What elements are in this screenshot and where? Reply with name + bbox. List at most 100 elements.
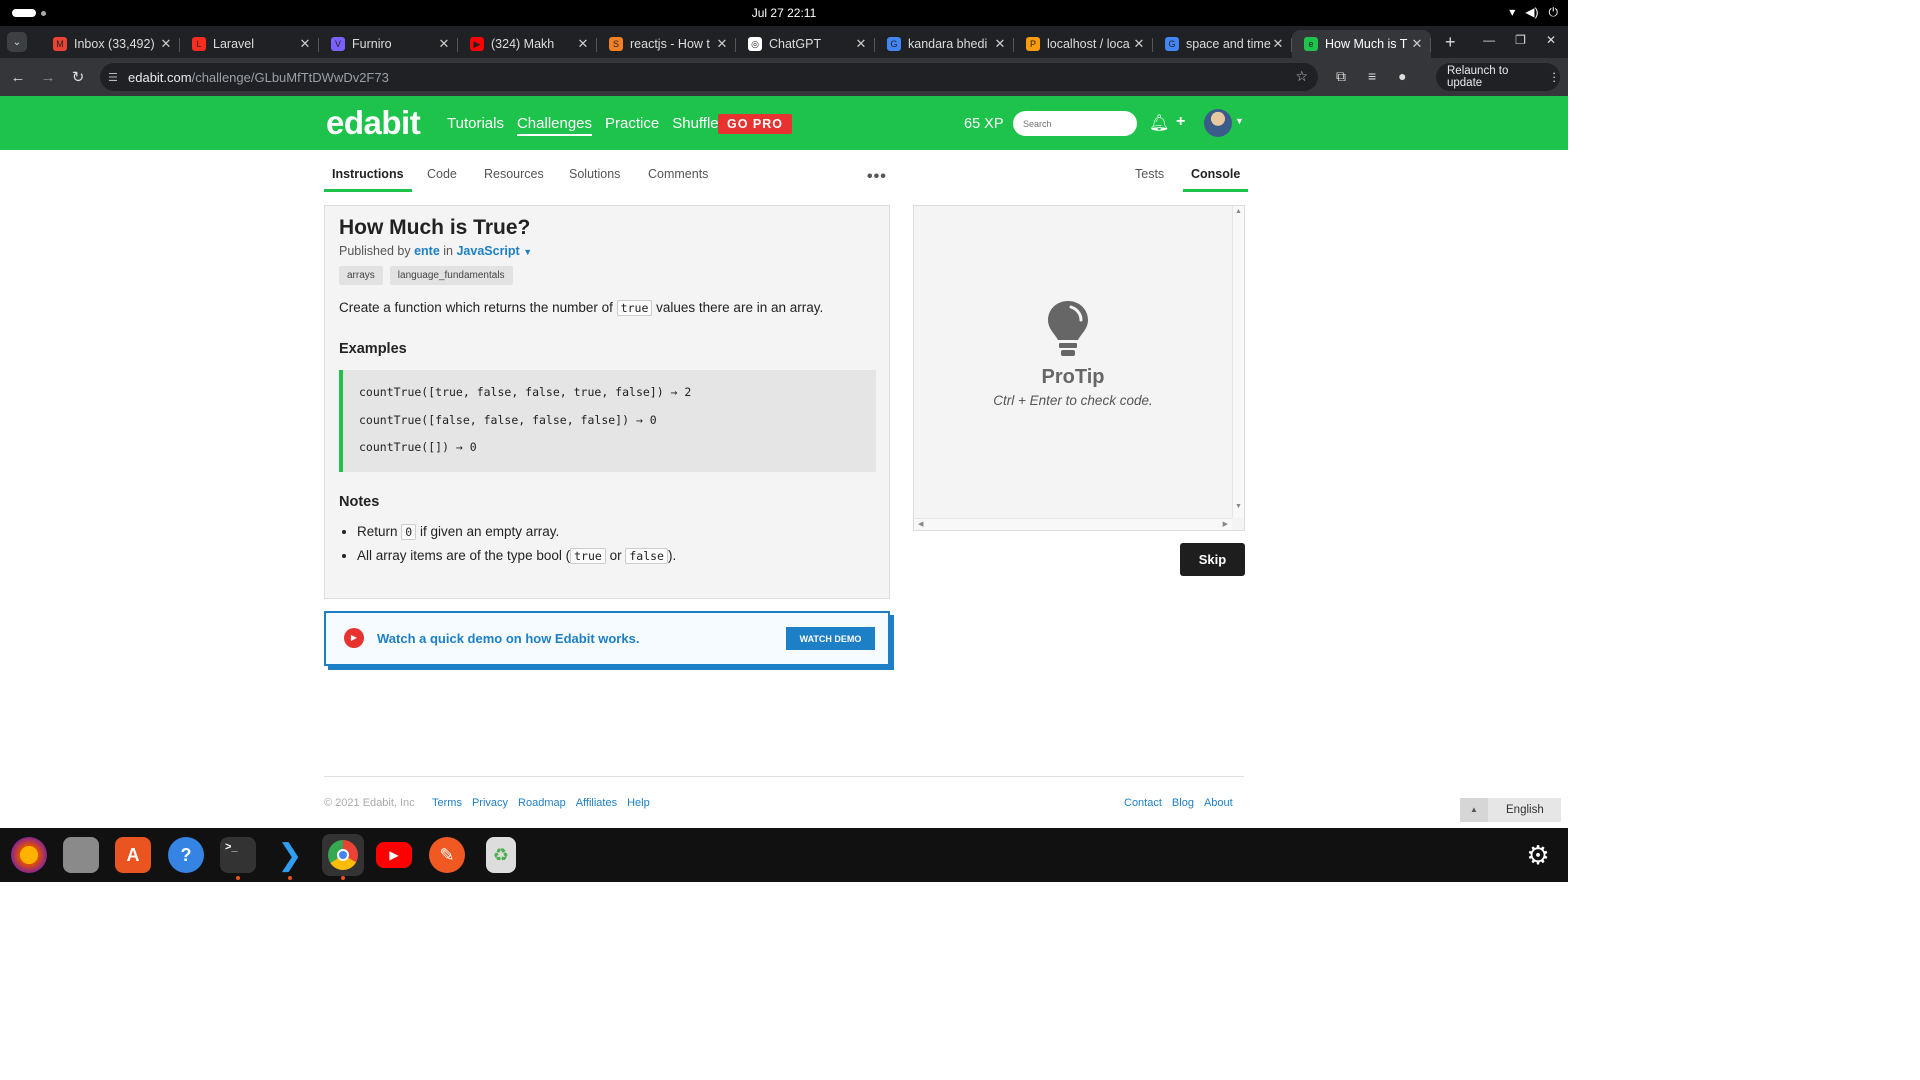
nav-shuffle[interactable]: Shuffle [672,115,718,136]
vertical-scrollbar[interactable]: ▲ ▼ [1232,206,1244,518]
more-options-icon[interactable]: ••• [867,168,887,186]
footer-link-help[interactable]: Help [627,797,650,809]
close-tab-icon[interactable]: ✕ [1133,36,1145,52]
footer-link-blog[interactable]: Blog [1172,797,1194,809]
youtube-icon[interactable]: ▶ [376,842,412,868]
tab-instructions[interactable]: Instructions [324,167,412,192]
back-button[interactable]: ← [3,69,33,86]
close-tab-icon[interactable]: ✕ [160,36,172,52]
postman-icon[interactable]: ✎ [429,837,465,873]
browser-tab[interactable]: Gspace and time ✕ [1153,30,1292,58]
system-tray[interactable]: ▾ ◀) ⏻ [1509,5,1558,20]
tab-code[interactable]: Code [427,167,457,181]
footer-link-about[interactable]: About [1204,797,1233,809]
system-clock[interactable]: Jul 27 22:11 [0,6,1568,20]
tab-solutions[interactable]: Solutions [569,167,620,181]
close-tab-icon[interactable]: ✕ [1272,36,1284,52]
maximize-icon[interactable]: ❐ [1515,33,1526,47]
minimize-icon[interactable]: — [1483,33,1495,47]
browser-tab[interactable]: Sreactjs - How t ✕ [597,30,736,58]
power-icon: ⏻ [1548,5,1559,19]
nav-practice[interactable]: Practice [605,115,659,136]
bookmark-star-icon[interactable]: ☆ [1295,68,1308,85]
author-link[interactable]: ente [414,244,440,258]
wifi-icon: ▾ [1509,5,1516,19]
example-line: countTrue([]) → 0 [359,440,477,454]
tag-list: arrays language_fundamentals [339,266,513,285]
footer-left-links: Terms Privacy Roadmap Affiliates Help [432,797,650,809]
trash-icon[interactable]: ♻ [486,837,516,873]
browser-tab[interactable]: ◎ ChatGPT ✕ [736,30,875,58]
close-tab-icon[interactable]: ✕ [577,36,589,52]
tab-tests[interactable]: Tests [1135,167,1164,181]
main-nav: Tutorials Challenges Practice Shuffle [447,115,719,136]
app-center-icon[interactable]: A [115,837,151,873]
close-tab-icon[interactable]: ✕ [855,36,867,52]
browser-tab[interactable]: M Inbox (33,492) ✕ [41,30,180,58]
nav-challenges[interactable]: Challenges [516,115,593,136]
volume-icon: ◀) [1525,5,1539,19]
browser-tab[interactable]: V Furniro ✕ [319,30,458,58]
language-selector[interactable]: ▲ English [1460,798,1561,822]
profile-icon[interactable]: ● [1398,68,1406,85]
forward-button[interactable]: → [33,69,63,86]
footer-link-affiliates[interactable]: Affiliates [576,797,617,809]
new-tab-button[interactable]: + [1445,32,1456,53]
demo-text[interactable]: Watch a quick demo on how Edabit works. [377,631,639,646]
play-icon[interactable]: ▶ [344,628,364,648]
tag-arrays[interactable]: arrays [339,266,383,285]
list-item: All array items are of the type bool (tr… [357,548,676,564]
edabit-logo[interactable]: edabit [326,104,421,142]
site-info-icon[interactable]: ☰ [108,71,122,84]
media-control-icon[interactable]: ≡ [1368,68,1376,85]
close-tab-icon[interactable]: ✕ [716,36,728,52]
close-window-icon[interactable]: ✕ [1546,33,1556,47]
search-input[interactable] [1013,111,1137,136]
help-icon[interactable]: ? [168,837,204,873]
close-tab-icon[interactable]: ✕ [299,36,311,52]
browser-tab[interactable]: L Laravel ✕ [180,30,319,58]
footer-link-contact[interactable]: Contact [1124,797,1162,809]
tab-resources[interactable]: Resources [484,167,544,181]
chrome-icon[interactable] [322,834,364,876]
files-icon[interactable] [63,837,99,873]
inline-code: true [616,300,653,316]
show-apps-icon[interactable]: ⚙ [1520,837,1556,873]
nav-tutorials[interactable]: Tutorials [447,115,504,136]
skip-button[interactable]: Skip [1180,543,1245,576]
close-tab-icon[interactable]: ✕ [1411,36,1423,52]
footer-link-terms[interactable]: Terms [432,797,462,809]
language-link[interactable]: JavaScript ▼ [456,244,532,258]
examples-heading: Examples [339,341,407,357]
tab-favicon-icon: e [1304,37,1318,51]
browser-tab[interactable]: e How Much is T ✕ [1292,30,1431,58]
horizontal-scrollbar[interactable]: ◀ ▶ [914,518,1232,530]
close-tab-icon[interactable]: ✕ [994,36,1006,52]
browser-tab[interactable]: Gkandara bhedi ✕ [875,30,1014,58]
extensions-icon[interactable]: ⧉ [1336,68,1346,85]
browser-tab[interactable]: ▶ (324) Makh ✕ [458,30,597,58]
plus-icon[interactable]: + [1176,113,1185,131]
in-label: in [443,244,453,258]
tab-title: space and time [1186,37,1271,51]
address-bar[interactable]: ☰ edabit.com/challenge/GLbuMfTtDWwDv2F73… [100,63,1318,91]
footer-link-privacy[interactable]: Privacy [472,797,508,809]
watch-demo-button[interactable]: WATCH DEMO [786,627,875,650]
tab-comments[interactable]: Comments [648,167,708,181]
terminal-icon[interactable]: >_ [220,837,256,873]
tab-console[interactable]: Console [1182,167,1249,192]
avatar[interactable] [1204,109,1232,137]
firefox-icon[interactable] [11,837,47,873]
close-tab-icon[interactable]: ✕ [438,36,450,52]
browser-tab[interactable]: Plocalhost / loca ✕ [1014,30,1153,58]
tab-search-button[interactable]: ⌄ [7,32,27,52]
relaunch-button[interactable]: Relaunch to update ⋮ [1436,63,1560,91]
footer-link-roadmap[interactable]: Roadmap [518,797,566,809]
bell-icon[interactable]: 🔔︎ [1149,113,1169,133]
tag-language-fundamentals[interactable]: language_fundamentals [389,266,513,285]
tab-favicon-icon: ▶ [470,37,484,51]
vscode-icon[interactable]: ❯ [272,837,308,873]
reload-button[interactable]: ↻ [63,68,93,86]
go-pro-button[interactable]: GO PRO [718,114,793,134]
chevron-down-icon[interactable]: ▼ [1235,116,1244,126]
